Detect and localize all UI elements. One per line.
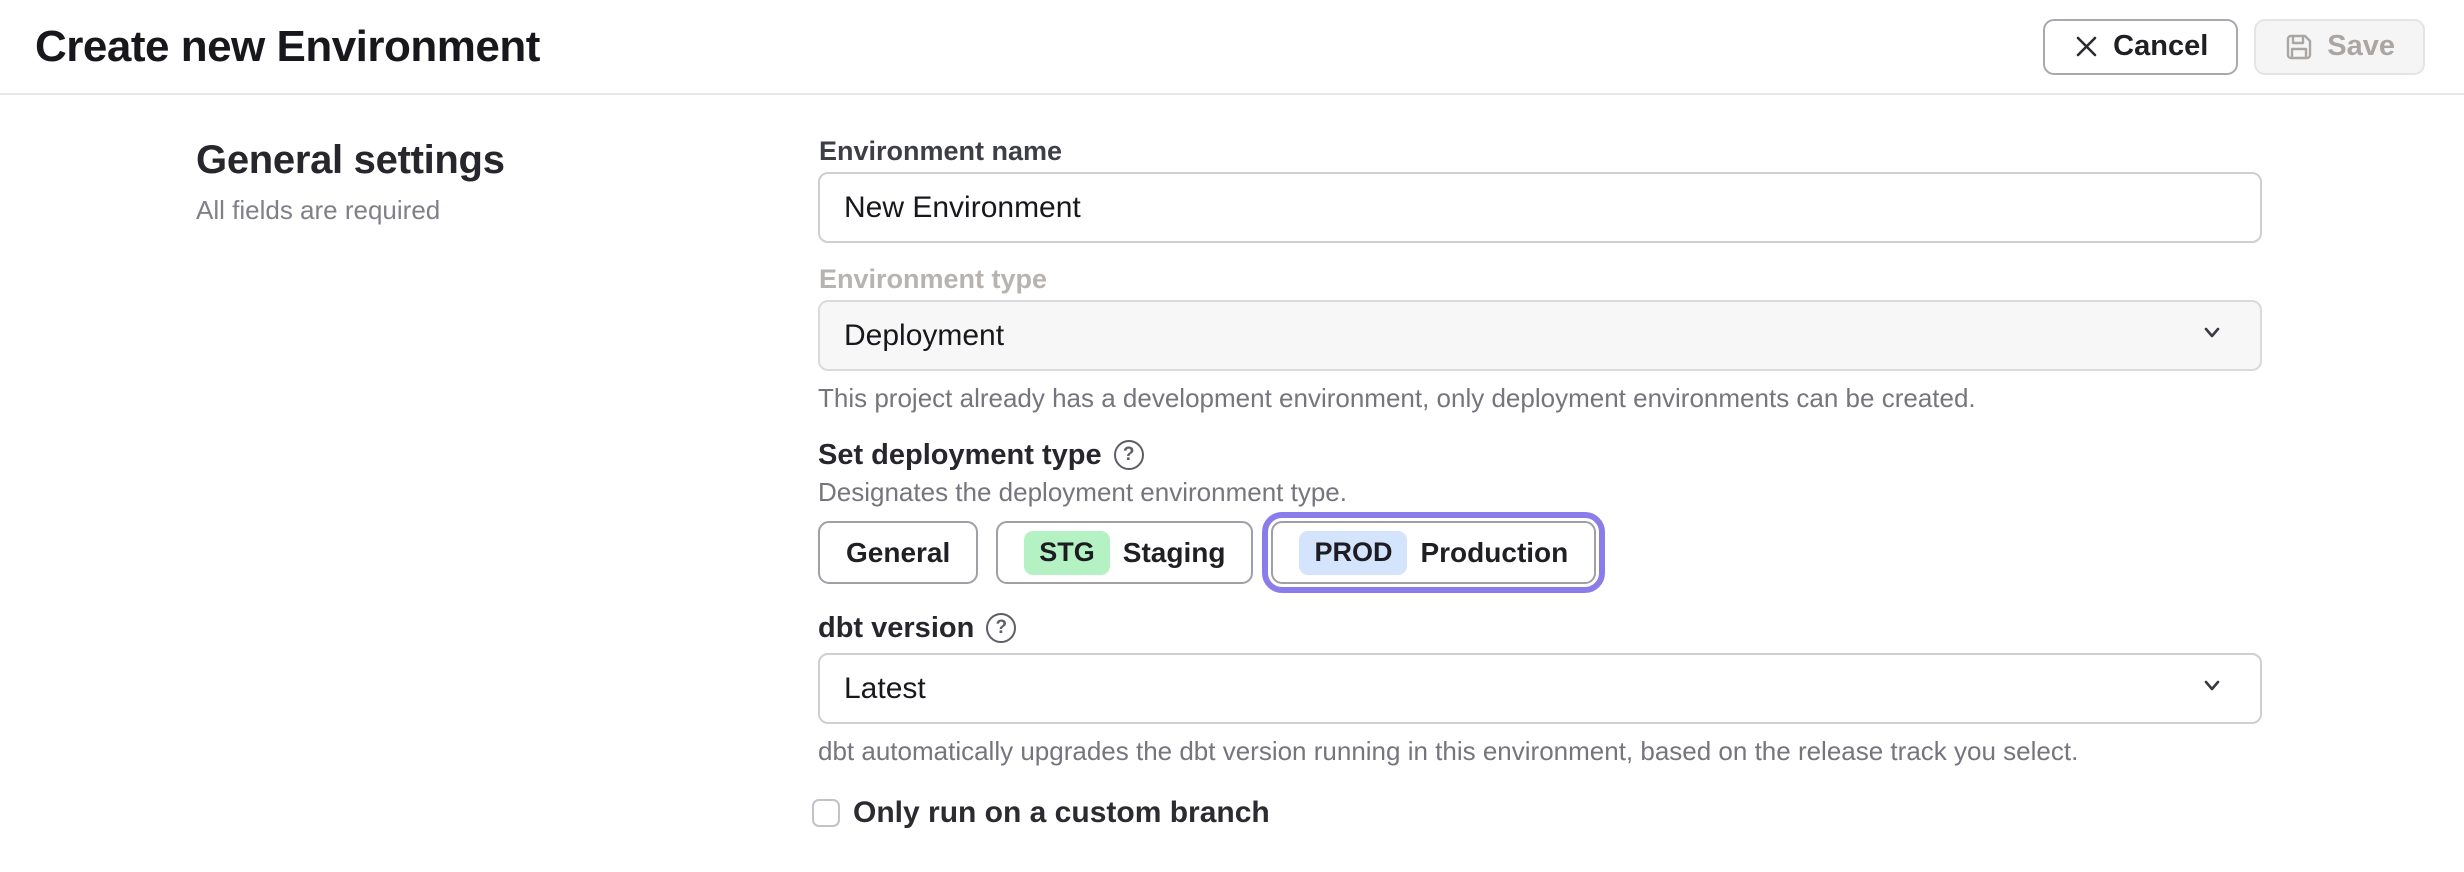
production-badge: PROD [1299, 531, 1407, 575]
staging-badge: STG [1024, 531, 1110, 575]
deployment-type-helper: Designates the deployment environment ty… [818, 477, 2262, 507]
settings-intro: General settings All fields are required [196, 138, 716, 226]
cancel-button-label: Cancel [2113, 30, 2208, 63]
deployment-type-production-button[interactable]: PROD Production [1271, 521, 1596, 584]
environment-type-helper: This project already has a development e… [818, 383, 2262, 413]
dbt-version-heading-row: dbt version ? [818, 612, 2262, 644]
chevron-down-icon [2198, 318, 2226, 354]
deployment-type-general-button[interactable]: General [818, 521, 978, 584]
dbt-version-value: Latest [844, 672, 926, 706]
page-title: Create new Environment [35, 22, 540, 72]
help-icon[interactable]: ? [986, 613, 1016, 643]
save-button[interactable]: Save [2254, 19, 2425, 75]
create-environment-page: Create new Environment Cancel [0, 0, 2464, 872]
custom-branch-label: Only run on a custom branch [853, 796, 1270, 830]
environment-type-value: Deployment [844, 319, 1004, 353]
deployment-type-options: General STG Staging PROD Production [818, 521, 2262, 584]
custom-branch-row[interactable]: Only run on a custom branch [812, 796, 2262, 830]
header-actions: Cancel Save [2043, 19, 2425, 75]
deployment-type-production-label: Production [1420, 537, 1568, 569]
deployment-type-heading: Set deployment type [818, 439, 1102, 471]
deployment-type-general-label: General [846, 537, 950, 569]
help-icon[interactable]: ? [1114, 440, 1144, 470]
section-title: General settings [196, 138, 716, 183]
dbt-version-helper: dbt automatically upgrades the dbt versi… [818, 736, 2262, 766]
save-floppy-icon [2284, 32, 2314, 62]
environment-form: Environment name Environment type Deploy… [818, 138, 2262, 830]
section-subtitle: All fields are required [196, 195, 716, 226]
cancel-button[interactable]: Cancel [2043, 19, 2238, 75]
deployment-type-heading-row: Set deployment type ? [818, 439, 2262, 471]
custom-branch-checkbox[interactable] [812, 799, 840, 827]
deployment-type-staging-label: Staging [1123, 537, 1226, 569]
environment-type-label: Environment type [819, 266, 2262, 293]
dbt-version-heading: dbt version [818, 612, 974, 644]
deployment-type-staging-button[interactable]: STG Staging [996, 521, 1253, 584]
page-header: Create new Environment Cancel [0, 0, 2464, 95]
environment-type-select[interactable]: Deployment [818, 300, 2262, 371]
save-button-label: Save [2327, 30, 2395, 63]
dbt-version-select[interactable]: Latest [818, 653, 2262, 724]
environment-name-label: Environment name [819, 138, 2262, 165]
close-icon [2073, 33, 2100, 60]
environment-name-input[interactable] [818, 172, 2262, 243]
chevron-down-icon [2198, 671, 2226, 707]
